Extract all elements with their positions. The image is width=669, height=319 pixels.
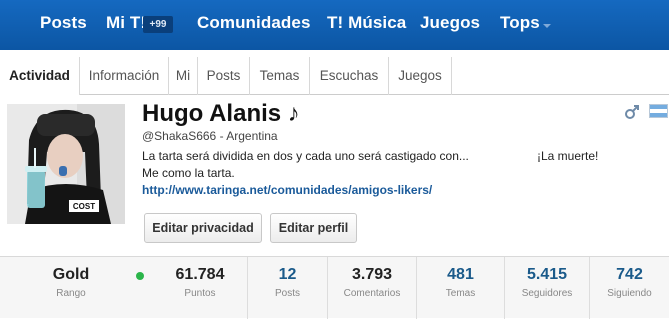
profile-bio-line1: La tarta será dividida en dos y cada uno… bbox=[142, 149, 469, 163]
avatar-shirt-text: COST bbox=[73, 202, 95, 211]
edit-privacy-button[interactable]: Editar privacidad bbox=[144, 213, 262, 243]
stat-seguidores-value: 5.415 bbox=[526, 266, 568, 283]
stat-rango-value: Gold bbox=[52, 266, 90, 283]
stat-rango-label: Rango bbox=[56, 288, 86, 299]
stat-posts-value: 12 bbox=[278, 266, 297, 283]
notification-badge[interactable]: +99 bbox=[143, 16, 173, 33]
stat-seguidores[interactable]: 5.415 Seguidores bbox=[504, 257, 589, 319]
profile-bio-line2: Me como la tarta. bbox=[142, 166, 235, 180]
avatar-image: COST bbox=[7, 104, 125, 224]
stat-puntos-label: Puntos bbox=[184, 288, 216, 299]
profile-name: Hugo Alanis ♪ bbox=[142, 100, 300, 127]
nav-comunidades[interactable]: Comunidades bbox=[197, 13, 311, 33]
argentina-flag-icon bbox=[649, 104, 668, 118]
stat-posts[interactable]: 12 Posts bbox=[247, 257, 327, 319]
stat-temas-label: Temas bbox=[445, 288, 476, 299]
stat-siguiendo-value: 742 bbox=[616, 266, 643, 283]
stat-comentarios-label: Comentarios bbox=[343, 288, 401, 299]
nav-tops[interactable]: Tops bbox=[500, 13, 540, 33]
tab-escuchas[interactable]: Escuchas bbox=[309, 57, 388, 95]
tab-actividad[interactable]: Actividad bbox=[0, 57, 79, 96]
profile-tabs: Actividad Información Mi Posts Temas Esc… bbox=[0, 57, 669, 96]
stat-rango: Gold Rango bbox=[0, 257, 160, 319]
top-nav: Posts Mi T! +99 Comunidades T! Música Ju… bbox=[0, 0, 669, 50]
edit-profile-button[interactable]: Editar perfil bbox=[270, 213, 357, 243]
stats-bar: Gold Rango 61.784 Puntos 12 Posts 3.793 … bbox=[0, 256, 669, 319]
stat-posts-label: Posts bbox=[274, 288, 300, 299]
avatar[interactable]: COST bbox=[7, 104, 125, 224]
stat-puntos: 61.784 Puntos bbox=[160, 257, 240, 319]
stat-temas[interactable]: 481 Temas bbox=[416, 257, 504, 319]
profile-link[interactable]: http://www.taringa.net/comunidades/amigo… bbox=[142, 183, 432, 197]
profile-handle: @ShakaS666 - Argentina bbox=[142, 129, 278, 143]
tab-informacion[interactable]: Información bbox=[79, 57, 168, 95]
chevron-down-icon[interactable] bbox=[543, 24, 551, 28]
tab-juegos[interactable]: Juegos bbox=[388, 57, 452, 95]
stat-siguiendo[interactable]: 742 Siguiendo bbox=[589, 257, 669, 319]
online-status-icon bbox=[136, 272, 144, 280]
stat-puntos-value: 61.784 bbox=[175, 266, 225, 283]
tab-mi[interactable]: Mi bbox=[168, 57, 197, 95]
profile-bio-line1-end: ¡La muerte! bbox=[537, 149, 599, 163]
tab-temas[interactable]: Temas bbox=[249, 57, 309, 95]
nav-posts[interactable]: Posts bbox=[40, 13, 87, 33]
nav-mi-t[interactable]: Mi T! bbox=[106, 13, 146, 33]
stat-siguiendo-label: Siguiendo bbox=[607, 288, 652, 299]
stat-comentarios-value: 3.793 bbox=[351, 266, 393, 283]
tab-posts[interactable]: Posts bbox=[197, 57, 249, 95]
stat-temas-value: 481 bbox=[447, 266, 474, 283]
male-gender-icon bbox=[624, 104, 640, 125]
nav-musica[interactable]: T! Música bbox=[327, 13, 406, 33]
nav-juegos[interactable]: Juegos bbox=[420, 13, 480, 33]
stat-comentarios: 3.793 Comentarios bbox=[327, 257, 416, 319]
stat-seguidores-label: Seguidores bbox=[521, 288, 573, 299]
